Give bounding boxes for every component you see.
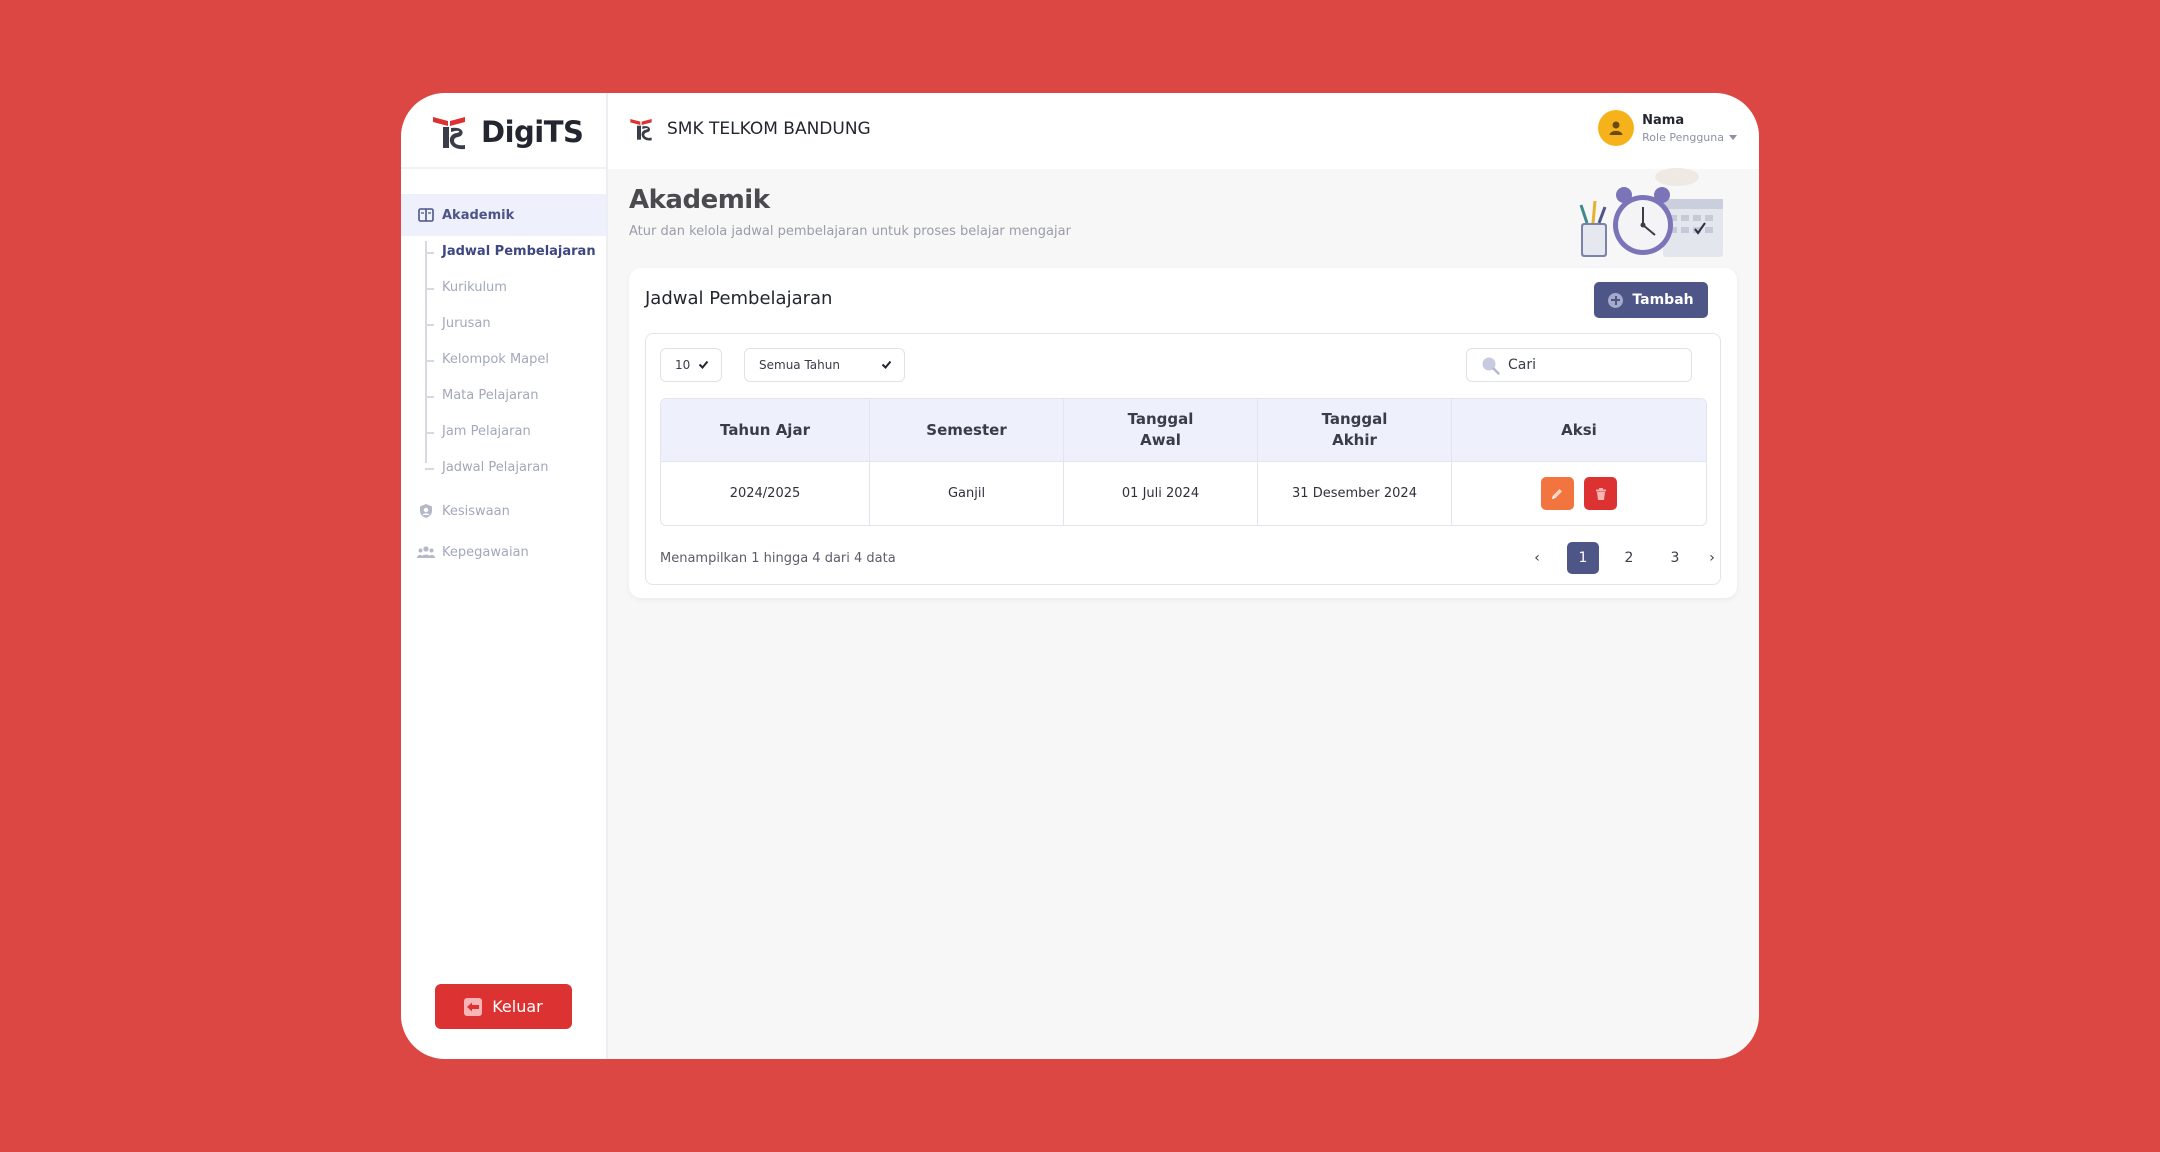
user-role: Role Pengguna: [1642, 131, 1737, 144]
sidebar-subitem-label: Jadwal Pelajaran: [442, 460, 549, 475]
submenu-tick: [425, 288, 434, 290]
staff-group-icon: [417, 543, 435, 561]
top-header: SMK TELKOM BANDUNG Nama Role Pengguna: [608, 93, 1759, 169]
year-filter-value: Semua Tahun: [759, 358, 840, 372]
digits-logo-icon: [433, 117, 465, 150]
submenu-tick: [425, 468, 434, 470]
school-logo-icon: [630, 119, 652, 141]
table-info: Menampilkan 1 hingga 4 dari 4 data: [660, 551, 896, 566]
user-name: Nama: [1642, 112, 1685, 128]
page-size-value: 10: [675, 358, 691, 372]
school-info: SMK TELKOM BANDUNG: [629, 117, 871, 141]
edit-button[interactable]: [1540, 477, 1574, 510]
submenu-tick: [425, 432, 434, 434]
column-header-label: Tanggal Awal: [1127, 410, 1194, 449]
user-menu[interactable]: Nama Role Pengguna: [1598, 110, 1737, 146]
sidebar-item-label: Kesiswaan: [442, 503, 510, 519]
cell-tahun-ajar: 2024/2025: [661, 461, 870, 525]
pagination-page-3[interactable]: 3: [1659, 542, 1691, 574]
page-subtitle: Atur dan kelola jadwal pembelajaran untu…: [629, 224, 1071, 239]
column-header-semester: Semester: [870, 399, 1064, 461]
submenu-tick: [425, 324, 434, 326]
sidebar-item-kepegawaian[interactable]: Kepegawaian: [401, 539, 606, 565]
sidebar-subitem-label: Jurusan: [442, 316, 491, 331]
cell-tanggal-akhir: 31 Desember 2024: [1258, 461, 1452, 525]
pagination-next[interactable]: ›: [1705, 542, 1719, 574]
sidebar-item-akademik[interactable]: Akademik: [401, 194, 606, 236]
submenu-tick: [425, 252, 434, 254]
page-title: Akademik: [629, 185, 770, 215]
user-icon: [1609, 121, 1623, 135]
sidebar: DigiTS Akademik Jadwal Pembelajaran Kuri…: [401, 93, 608, 1059]
sidebar-item-label: Kepegawaian: [442, 544, 529, 560]
sidebar-subitem-label: Jadwal Pembelajaran: [442, 244, 596, 259]
column-header-tanggal-akhir: Tanggal Akhir: [1258, 399, 1452, 461]
sidebar-item-label: Akademik: [442, 207, 515, 223]
logout-label: Keluar: [492, 997, 543, 1016]
pencil-icon: [1552, 488, 1563, 499]
divider: [401, 167, 606, 169]
check-icon: [881, 360, 892, 369]
sidebar-subitem-label: Mata Pelajaran: [442, 388, 539, 403]
trash-icon: [1595, 487, 1606, 500]
column-header-label: Tanggal Akhir: [1321, 410, 1388, 449]
search-icon: [1482, 357, 1500, 375]
add-button[interactable]: Tambah: [1594, 282, 1708, 318]
user-role-label: Role Pengguna: [1642, 130, 1724, 144]
plus-circle-icon: [1608, 292, 1624, 308]
check-icon: [698, 360, 709, 369]
page-size-select[interactable]: 10: [660, 348, 722, 382]
brand-logo[interactable]: DigiTS: [431, 112, 584, 152]
avatar: [1598, 110, 1635, 146]
search-placeholder: Cari: [1508, 357, 1536, 373]
pagination-page-1[interactable]: 1: [1567, 542, 1599, 574]
school-name: SMK TELKOM BANDUNG: [667, 119, 871, 139]
year-filter-select[interactable]: Semua Tahun: [744, 348, 905, 382]
column-header-aksi: Aksi: [1452, 399, 1706, 461]
submenu-line: [425, 241, 427, 463]
cell-tanggal-awal: 01 Juli 2024: [1064, 461, 1258, 525]
submenu-tick: [425, 360, 434, 362]
pagination-prev[interactable]: ‹: [1521, 542, 1553, 574]
submenu-tick: [425, 396, 434, 398]
card-title: Jadwal Pembelajaran: [645, 288, 833, 309]
sidebar-subitem-label: Jam Pelajaran: [442, 424, 531, 439]
column-header-tanggal-awal: Tanggal Awal: [1064, 399, 1258, 461]
pagination-page-2[interactable]: 2: [1613, 542, 1645, 574]
logout-icon: [464, 997, 483, 1016]
cell-aksi: [1452, 461, 1706, 525]
table-row: 2024/2025 Ganjil 01 Juli 2024 31 Desembe…: [661, 461, 1706, 525]
search-input[interactable]: Cari: [1466, 348, 1692, 382]
add-button-label: Tambah: [1632, 292, 1694, 308]
schedule-table: Tahun Ajar Semester Tanggal Awal Tanggal…: [660, 398, 1707, 526]
sidebar-subitem-label: Kurikulum: [442, 280, 507, 295]
table-panel: 10 Semua Tahun Cari Tahun Ajar Semester …: [645, 333, 1721, 585]
cell-semester: Ganjil: [870, 461, 1064, 525]
chevron-down-icon: [1729, 134, 1737, 140]
sidebar-item-kesiswaan[interactable]: Kesiswaan: [401, 498, 606, 524]
table-header-row: Tahun Ajar Semester Tanggal Awal Tanggal…: [661, 399, 1706, 461]
clock-calendar-illustration: [1579, 168, 1723, 257]
brand-name: DigiTS: [481, 115, 584, 149]
schedule-card: Jadwal Pembelajaran Tambah 10 Semua Tahu…: [629, 268, 1737, 598]
logout-button[interactable]: Keluar: [435, 984, 572, 1029]
student-badge-icon: [417, 502, 435, 520]
book-icon: [417, 206, 435, 224]
column-header-tahun-ajar: Tahun Ajar: [661, 399, 870, 461]
delete-button[interactable]: [1584, 477, 1618, 510]
sidebar-subitem-label: Kelompok Mapel: [442, 352, 550, 367]
app-window: DigiTS Akademik Jadwal Pembelajaran Kuri…: [401, 93, 1759, 1059]
